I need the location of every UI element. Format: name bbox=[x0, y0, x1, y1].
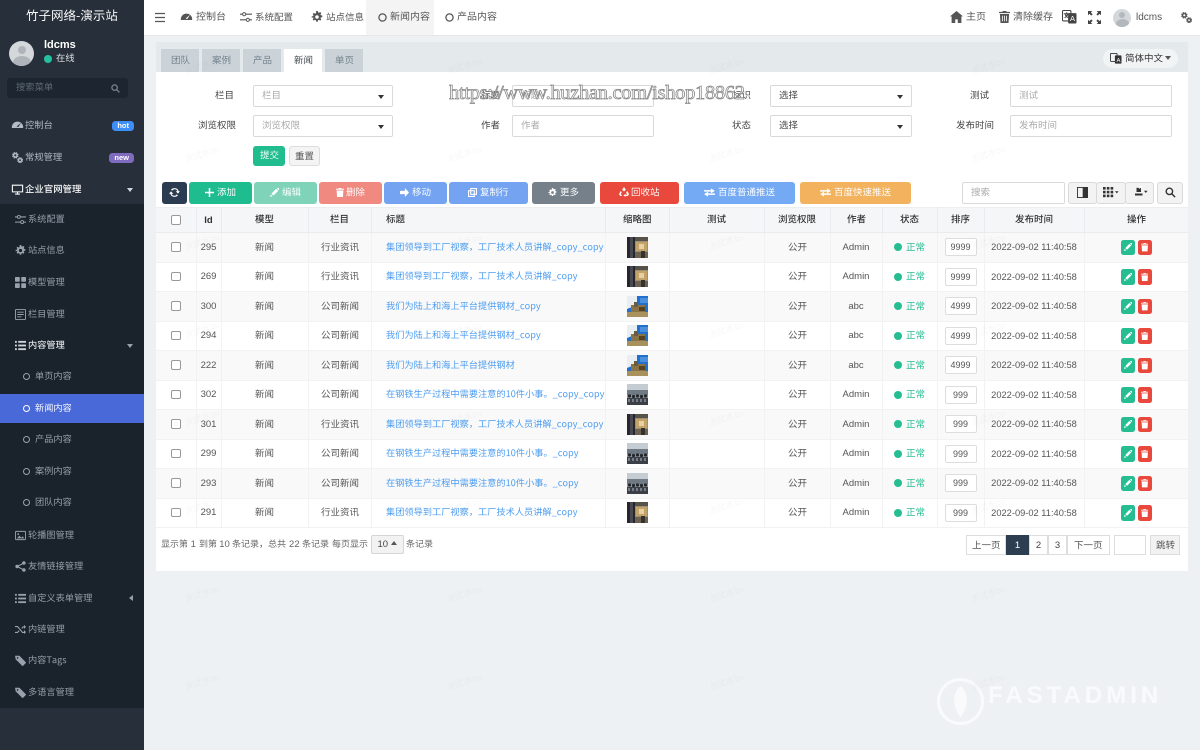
svg-text:https://www.huzhan.com/ishop18: https://www.huzhan.com/ishop18862 bbox=[449, 82, 745, 104]
svg-text:A: A bbox=[1117, 58, 1121, 64]
svg-text:A: A bbox=[1070, 15, 1075, 24]
